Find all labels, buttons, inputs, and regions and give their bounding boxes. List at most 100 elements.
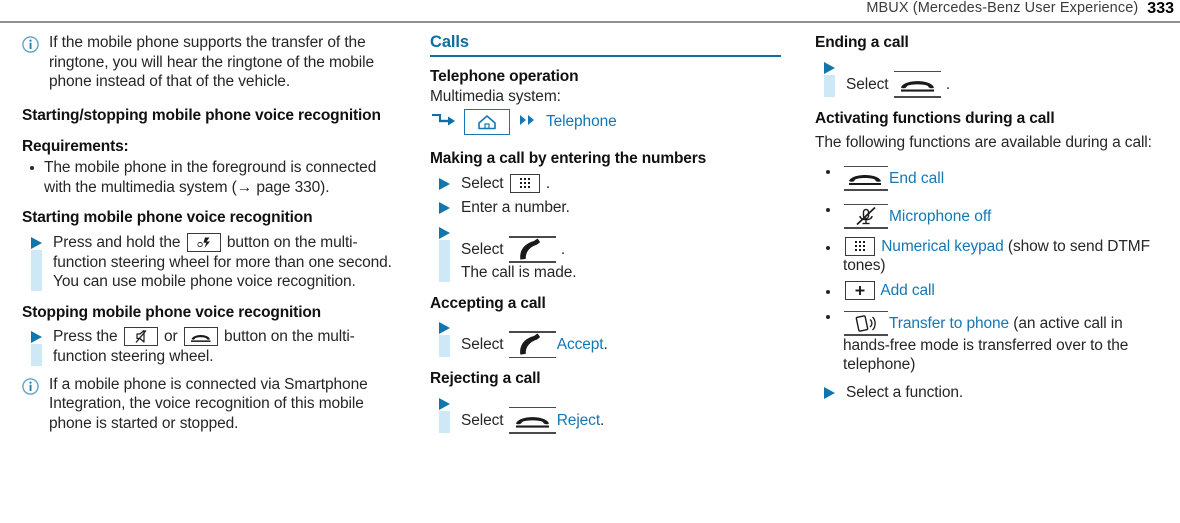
step-bar — [439, 335, 450, 358]
heading-starting-voice: Starting mobile phone voice recognition — [22, 209, 313, 227]
breadcrumb-telephone-path: Telephone — [430, 109, 781, 136]
step-select-label: Select — [461, 336, 504, 354]
intro-functions-text: The following functions are available du… — [815, 134, 1152, 152]
step-bar — [31, 344, 42, 366]
column-left: If the mobile phone supports the transfe… — [0, 33, 412, 523]
step-select-trail: . — [603, 336, 608, 354]
step-reject-call: Select Reject. — [430, 394, 781, 434]
info-circle-icon — [22, 36, 39, 53]
step-marker — [439, 174, 453, 194]
phone-receiver-call-icon — [508, 236, 556, 264]
step-triangle-icon — [439, 202, 450, 215]
page-number: 333 — [1147, 0, 1174, 17]
transfer-to-phone-link[interactable]: Transfer to phone — [889, 315, 1009, 332]
heading-start-stop-voice: Starting/stopping mobile phone voice rec… — [22, 107, 381, 125]
info-circle-icon — [22, 377, 39, 395]
phone-receiver-hangup-icon — [844, 165, 888, 191]
heading-rejecting-a-call: Rejecting a call — [430, 370, 541, 388]
step-select-label: Select — [461, 411, 504, 429]
numeric-keypad-icon — [509, 173, 540, 193]
step-select-label: Select — [846, 75, 889, 93]
heading-accepting-a-call: Accepting a call — [430, 294, 546, 312]
section-calls: Calls — [430, 33, 781, 57]
hangup-phone-button-icon — [183, 327, 218, 347]
numerical-keypad-link[interactable]: Numerical keypad — [881, 238, 1004, 255]
step-select-label: Select — [461, 174, 504, 192]
step-text-before: Press and hold the — [53, 233, 181, 251]
step-triangle-icon — [439, 397, 450, 410]
label-requirements: Requirements: — [22, 137, 129, 155]
step-select-trail: . — [545, 174, 551, 192]
step-select-trail: . — [560, 241, 566, 259]
phone-receiver-call-icon — [508, 331, 556, 359]
accept-link[interactable]: Accept — [557, 336, 604, 353]
step-marker — [824, 383, 838, 403]
function-item-microphone-off: Microphone off — [815, 199, 1164, 229]
step-marker — [31, 233, 45, 292]
step-select-trail: . — [945, 75, 951, 93]
home-icon[interactable] — [464, 109, 510, 136]
step-marker — [439, 394, 453, 434]
breadcrumb-telephone-label[interactable]: Telephone — [546, 113, 617, 131]
function-item-end-call: End call — [815, 161, 1164, 191]
plus-icon — [845, 281, 875, 301]
step-text-before: Press the — [53, 328, 118, 346]
svg-text:ᴑ: ᴑ — [197, 240, 203, 250]
step-call-made-text: The call is made. — [461, 264, 577, 282]
step-bar — [824, 74, 835, 97]
step-select-trail: . — [600, 411, 605, 429]
step-marker — [439, 318, 453, 358]
microphone-off-icon — [844, 203, 888, 229]
step-text-or: or — [164, 328, 178, 346]
step-triangle-icon — [31, 331, 42, 344]
function-item-numerical-keypad: Numerical keypad (show to send DTMF tone… — [815, 236, 1164, 276]
section-calls-title: Calls — [430, 33, 469, 51]
step-select-label: Select — [461, 241, 504, 259]
label-multimedia-system: Multimedia system: — [430, 87, 561, 105]
function-item-transfer-to-phone: Transfer to phone (an active call in han… — [815, 306, 1164, 375]
add-call-link[interactable]: Add call — [880, 282, 934, 299]
end-call-link[interactable]: End call — [889, 170, 944, 187]
step-triangle-icon — [439, 177, 450, 190]
microphone-mute-button-icon — [123, 327, 158, 347]
turn-arrow-icon — [430, 112, 456, 133]
requirement-item: The mobile phone in the foreground is co… — [22, 158, 396, 197]
heading-telephone-operation: Telephone operation — [430, 68, 579, 85]
column-middle: Calls Telephone operation Multimedia sys… — [412, 33, 797, 523]
heading-ending-a-call: Ending a call — [815, 34, 909, 51]
step-enter-number-text: Enter a number. — [461, 199, 570, 217]
function-item-add-call: Add call — [815, 281, 1164, 301]
step-press-hold-voice-button: Press and hold the ᴑ button on the multi… — [22, 232, 396, 292]
step-triangle-icon — [439, 322, 450, 335]
step-marker — [439, 198, 453, 218]
heading-stopping-voice: Stopping mobile phone voice recognition — [22, 303, 321, 321]
step-marker — [439, 223, 453, 283]
header-title: MBUX (Mercedes-Benz User Experience) — [866, 0, 1139, 16]
reject-link[interactable]: Reject — [557, 412, 600, 429]
step-end-call: Select . — [815, 58, 1164, 98]
voice-recognition-button-icon: ᴑ — [186, 232, 221, 252]
step-marker — [31, 327, 45, 366]
double-chevron-right-icon — [518, 113, 538, 132]
step-accept-call: Select Accept. — [430, 318, 781, 359]
step-bar — [439, 410, 450, 433]
step-marker — [824, 58, 838, 98]
phone-receiver-hangup-icon — [893, 70, 941, 98]
note-ringtone-transfer: If the mobile phone supports the transfe… — [22, 33, 396, 92]
step-triangle-icon — [824, 387, 835, 400]
step-triangle-icon — [824, 61, 835, 74]
step-bar — [439, 240, 450, 282]
step-text-result: You can use mobile phone voice recogniti… — [53, 273, 356, 291]
step-enter-a-number: Enter a number. — [430, 198, 781, 218]
step-press-stop-buttons: Press the or button on the multi-functio… — [22, 327, 396, 366]
phone-receiver-hangup-icon — [508, 406, 556, 434]
note-smartphone-integration: If a mobile phone is connected via Smart… — [22, 375, 396, 434]
heading-activating-functions: Activating functions during a call — [815, 109, 1055, 127]
step-triangle-icon — [31, 236, 42, 249]
column-right: Ending a call Select . Activating functi… — [797, 33, 1180, 523]
step-bar — [31, 249, 42, 291]
step-select-function-text: Select a function. — [846, 384, 964, 402]
microphone-off-link[interactable]: Microphone off — [889, 208, 991, 225]
page-columns: If the mobile phone supports the transfe… — [0, 33, 1180, 523]
step-triangle-icon — [439, 227, 450, 240]
